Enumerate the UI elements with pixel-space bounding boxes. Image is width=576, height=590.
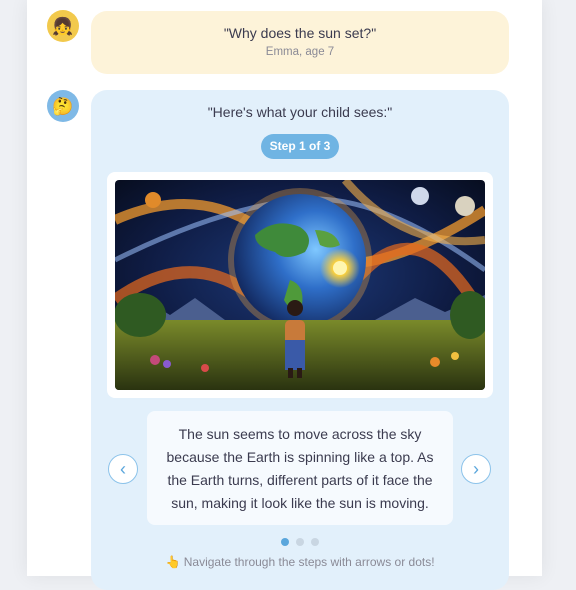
step-dot-3[interactable]: [311, 538, 319, 546]
next-step-button[interactable]: ›: [461, 454, 491, 484]
thinking-face-icon: 🤔: [52, 96, 74, 116]
step-dots: [91, 538, 509, 546]
question-byline: Emma, age 7: [265, 46, 335, 58]
chevron-right-icon: ›: [473, 458, 479, 479]
step-explanation: The sun seems to move across the sky bec…: [147, 411, 453, 525]
answer-bubble: "Here's what your child sees:" Step 1 of…: [91, 90, 509, 590]
question-text: "Why does the sun set?": [223, 25, 377, 41]
child-avatar: 👧: [47, 10, 79, 42]
step-dot-2[interactable]: [296, 538, 304, 546]
chevron-left-icon: ‹: [120, 458, 126, 479]
illustration-frame: [107, 172, 493, 398]
prev-step-button[interactable]: ‹: [108, 454, 138, 484]
assistant-avatar: 🤔: [47, 90, 79, 122]
question-bubble: "Why does the sun set?" Emma, age 7: [91, 11, 509, 74]
child-face-icon: 👧: [52, 16, 74, 36]
earth-and-sun-illustration: [115, 180, 485, 390]
navigation-hint-text: Navigate through the steps with arrows o…: [183, 555, 435, 569]
step-dot-1[interactable]: [281, 538, 289, 546]
answer-lead: "Here's what your child sees:": [207, 104, 393, 120]
navigation-hint: 👆 Navigate through the steps with arrows…: [91, 555, 509, 569]
pointing-hand-icon: 👆: [165, 555, 181, 569]
step-badge: Step 1 of 3: [261, 134, 339, 159]
